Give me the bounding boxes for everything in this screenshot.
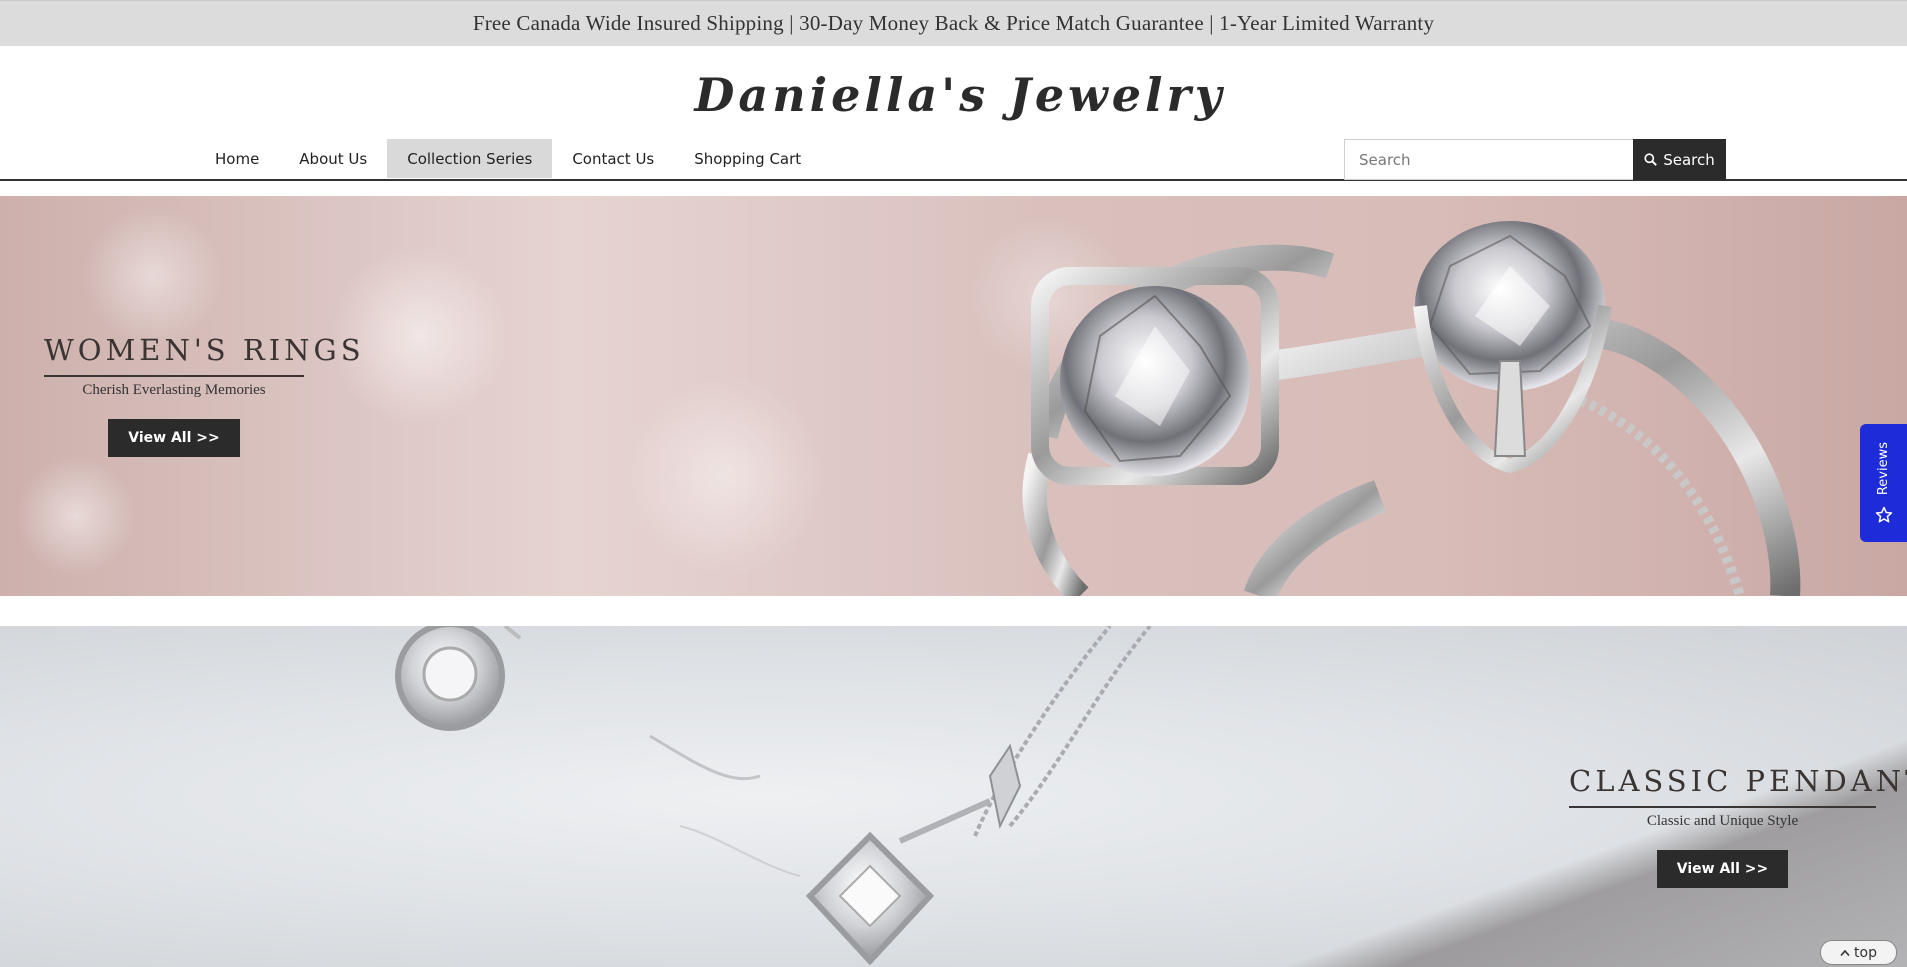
search-button[interactable]: Search xyxy=(1633,139,1726,180)
search-input[interactable] xyxy=(1344,139,1633,180)
nav-item-about-us[interactable]: About Us xyxy=(279,139,387,178)
search-icon xyxy=(1644,153,1658,166)
chevron-up-icon xyxy=(1840,949,1850,956)
nav-item-collection-series[interactable]: Collection Series xyxy=(387,139,553,178)
page: Free Canada Wide Insured Shipping | 30-D… xyxy=(0,0,1907,967)
nav-item-shopping-cart[interactable]: Shopping Cart xyxy=(674,139,821,178)
rings-banner-text: WOMEN'S RINGS Cherish Everlasting Memori… xyxy=(44,333,361,457)
search-form: Search xyxy=(1344,139,1726,180)
site-logo[interactable]: Daniella's Jewelry xyxy=(0,68,1907,122)
star-icon xyxy=(1875,506,1892,523)
pendants-view-all-button[interactable]: View All >> xyxy=(1656,850,1789,888)
rings-view-all-button[interactable]: View All >> xyxy=(108,419,240,457)
reviews-tab-label: Reviews xyxy=(1876,442,1891,496)
back-to-top-button[interactable]: top xyxy=(1820,940,1897,965)
rings-banner-title: WOMEN'S RINGS xyxy=(44,333,361,377)
classic-pendants-banner[interactable]: CLASSIC PENDANTS Classic and Unique Styl… xyxy=(0,626,1907,967)
pendants-banner-subtitle: Classic and Unique Style xyxy=(1646,813,1799,829)
nav-item-home[interactable]: Home xyxy=(195,139,279,178)
nav-item-contact-us[interactable]: Contact Us xyxy=(552,139,674,178)
reviews-tab[interactable]: Reviews xyxy=(1860,424,1907,542)
pendants-banner-text: CLASSIC PENDANTS Classic and Unique Styl… xyxy=(1569,764,1907,888)
search-button-label: Search xyxy=(1663,150,1715,169)
back-to-top-label: top xyxy=(1854,944,1877,961)
nav-menu: Home About Us Collection Series Contact … xyxy=(195,139,821,178)
womens-rings-banner[interactable]: WOMEN'S RINGS Cherish Everlasting Memori… xyxy=(0,196,1907,596)
pendants-banner-title: CLASSIC PENDANTS xyxy=(1569,764,1907,808)
announcement-bar: Free Canada Wide Insured Shipping | 30-D… xyxy=(0,0,1907,46)
main-navbar: Home About Us Collection Series Contact … xyxy=(0,139,1907,181)
rings-banner-subtitle: Cherish Everlasting Memories xyxy=(82,382,266,398)
